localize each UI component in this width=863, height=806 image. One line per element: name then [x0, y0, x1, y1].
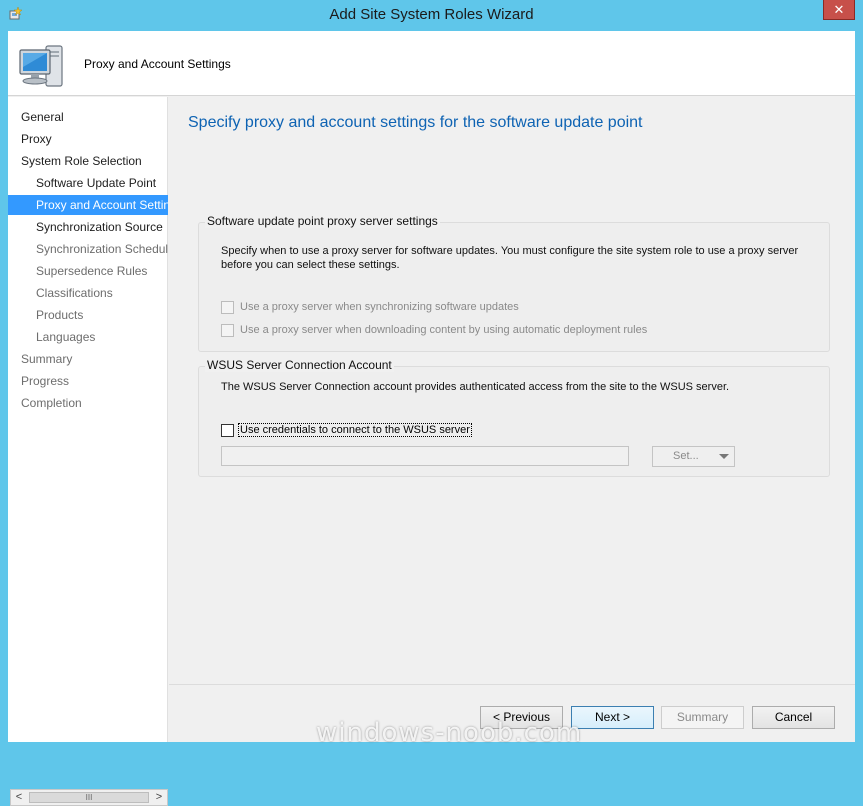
nav-item-software-update-point[interactable]: Software Update Point [8, 173, 168, 193]
computer-monitor-icon [19, 45, 63, 87]
wsus-account-field[interactable] [221, 446, 629, 466]
nav-item-synchronization-source[interactable]: Synchronization Source [8, 217, 168, 237]
close-icon: ✕ [833, 2, 845, 17]
set-button-label: Set... [673, 450, 699, 462]
proxy-download-label: Use a proxy server when downloading cont… [240, 324, 648, 336]
next-button[interactable]: Next > [571, 706, 654, 729]
wsus-credentials-label: Use credentials to connect to the WSUS s… [238, 423, 472, 437]
nav-item-proxy[interactable]: Proxy [8, 129, 168, 149]
proxy-group-description: Specify when to use a proxy server for s… [221, 245, 799, 271]
page-title: Specify proxy and account settings for t… [188, 114, 643, 131]
window-title: Add Site System Roles Wizard [329, 6, 534, 23]
wsus-group-title: WSUS Server Connection Account [205, 358, 394, 372]
wsus-account-group: WSUS Server Connection Account The WSUS … [198, 358, 830, 477]
nav-item-classifications[interactable]: Classifications [8, 283, 168, 303]
cancel-button[interactable]: Cancel [752, 706, 835, 729]
nav-item-languages[interactable]: Languages [8, 327, 168, 347]
scrollbar-thumb[interactable]: III [29, 792, 149, 803]
proxy-sync-checkbox[interactable] [221, 301, 234, 314]
summary-button[interactable]: Summary [661, 706, 744, 729]
nav-item-completion[interactable]: Completion [8, 393, 168, 413]
wizard-main-panel: Specify proxy and account settings for t… [169, 97, 855, 742]
nav-item-products[interactable]: Products [8, 305, 168, 325]
proxy-sync-option[interactable]: Use a proxy server when synchronizing so… [221, 300, 781, 316]
proxy-download-option[interactable]: Use a proxy server when downloading cont… [221, 323, 821, 339]
scroll-left-icon[interactable]: < [11, 790, 27, 805]
wizard-client-area: Proxy and Account Settings General Proxy… [8, 31, 855, 806]
scroll-right-icon[interactable]: > [151, 790, 167, 805]
title-bar[interactable]: Add Site System Roles Wizard ✕ [0, 0, 863, 31]
proxy-download-checkbox[interactable] [221, 324, 234, 337]
set-account-button[interactable]: Set... [652, 446, 735, 467]
wizard-window: Add Site System Roles Wizard ✕ Proxy and… [0, 0, 863, 806]
wsus-group-description: The WSUS Server Connection account provi… [221, 381, 730, 393]
footer-divider [169, 684, 855, 685]
watermark-text: windows-noob.com [316, 718, 583, 748]
nav-item-general[interactable]: General [8, 107, 168, 127]
wizard-step-navigation: General Proxy System Role Selection Soft… [8, 97, 168, 806]
wsus-credentials-option[interactable]: Use credentials to connect to the WSUS s… [221, 423, 521, 439]
header-title: Proxy and Account Settings [84, 57, 231, 71]
dropdown-arrow-icon [719, 454, 729, 459]
nav-item-synchronization-schedule[interactable]: Synchronization Schedule [8, 239, 168, 259]
proxy-sync-label: Use a proxy server when synchronizing so… [240, 301, 519, 313]
nav-horizontal-scrollbar[interactable]: < III > [10, 789, 168, 806]
nav-item-proxy-and-account-settings[interactable]: Proxy and Account Settings [8, 195, 168, 215]
close-button[interactable]: ✕ [823, 0, 855, 20]
nav-item-supersedence-rules[interactable]: Supersedence Rules [8, 261, 168, 281]
proxy-settings-group: Software update point proxy server setti… [198, 214, 830, 352]
nav-item-system-role-selection[interactable]: System Role Selection [8, 151, 168, 171]
wizard-header: Proxy and Account Settings [8, 31, 855, 96]
proxy-group-title: Software update point proxy server setti… [205, 214, 440, 228]
nav-item-summary[interactable]: Summary [8, 349, 168, 369]
wsus-credentials-checkbox[interactable] [221, 424, 234, 437]
nav-item-progress[interactable]: Progress [8, 371, 168, 391]
